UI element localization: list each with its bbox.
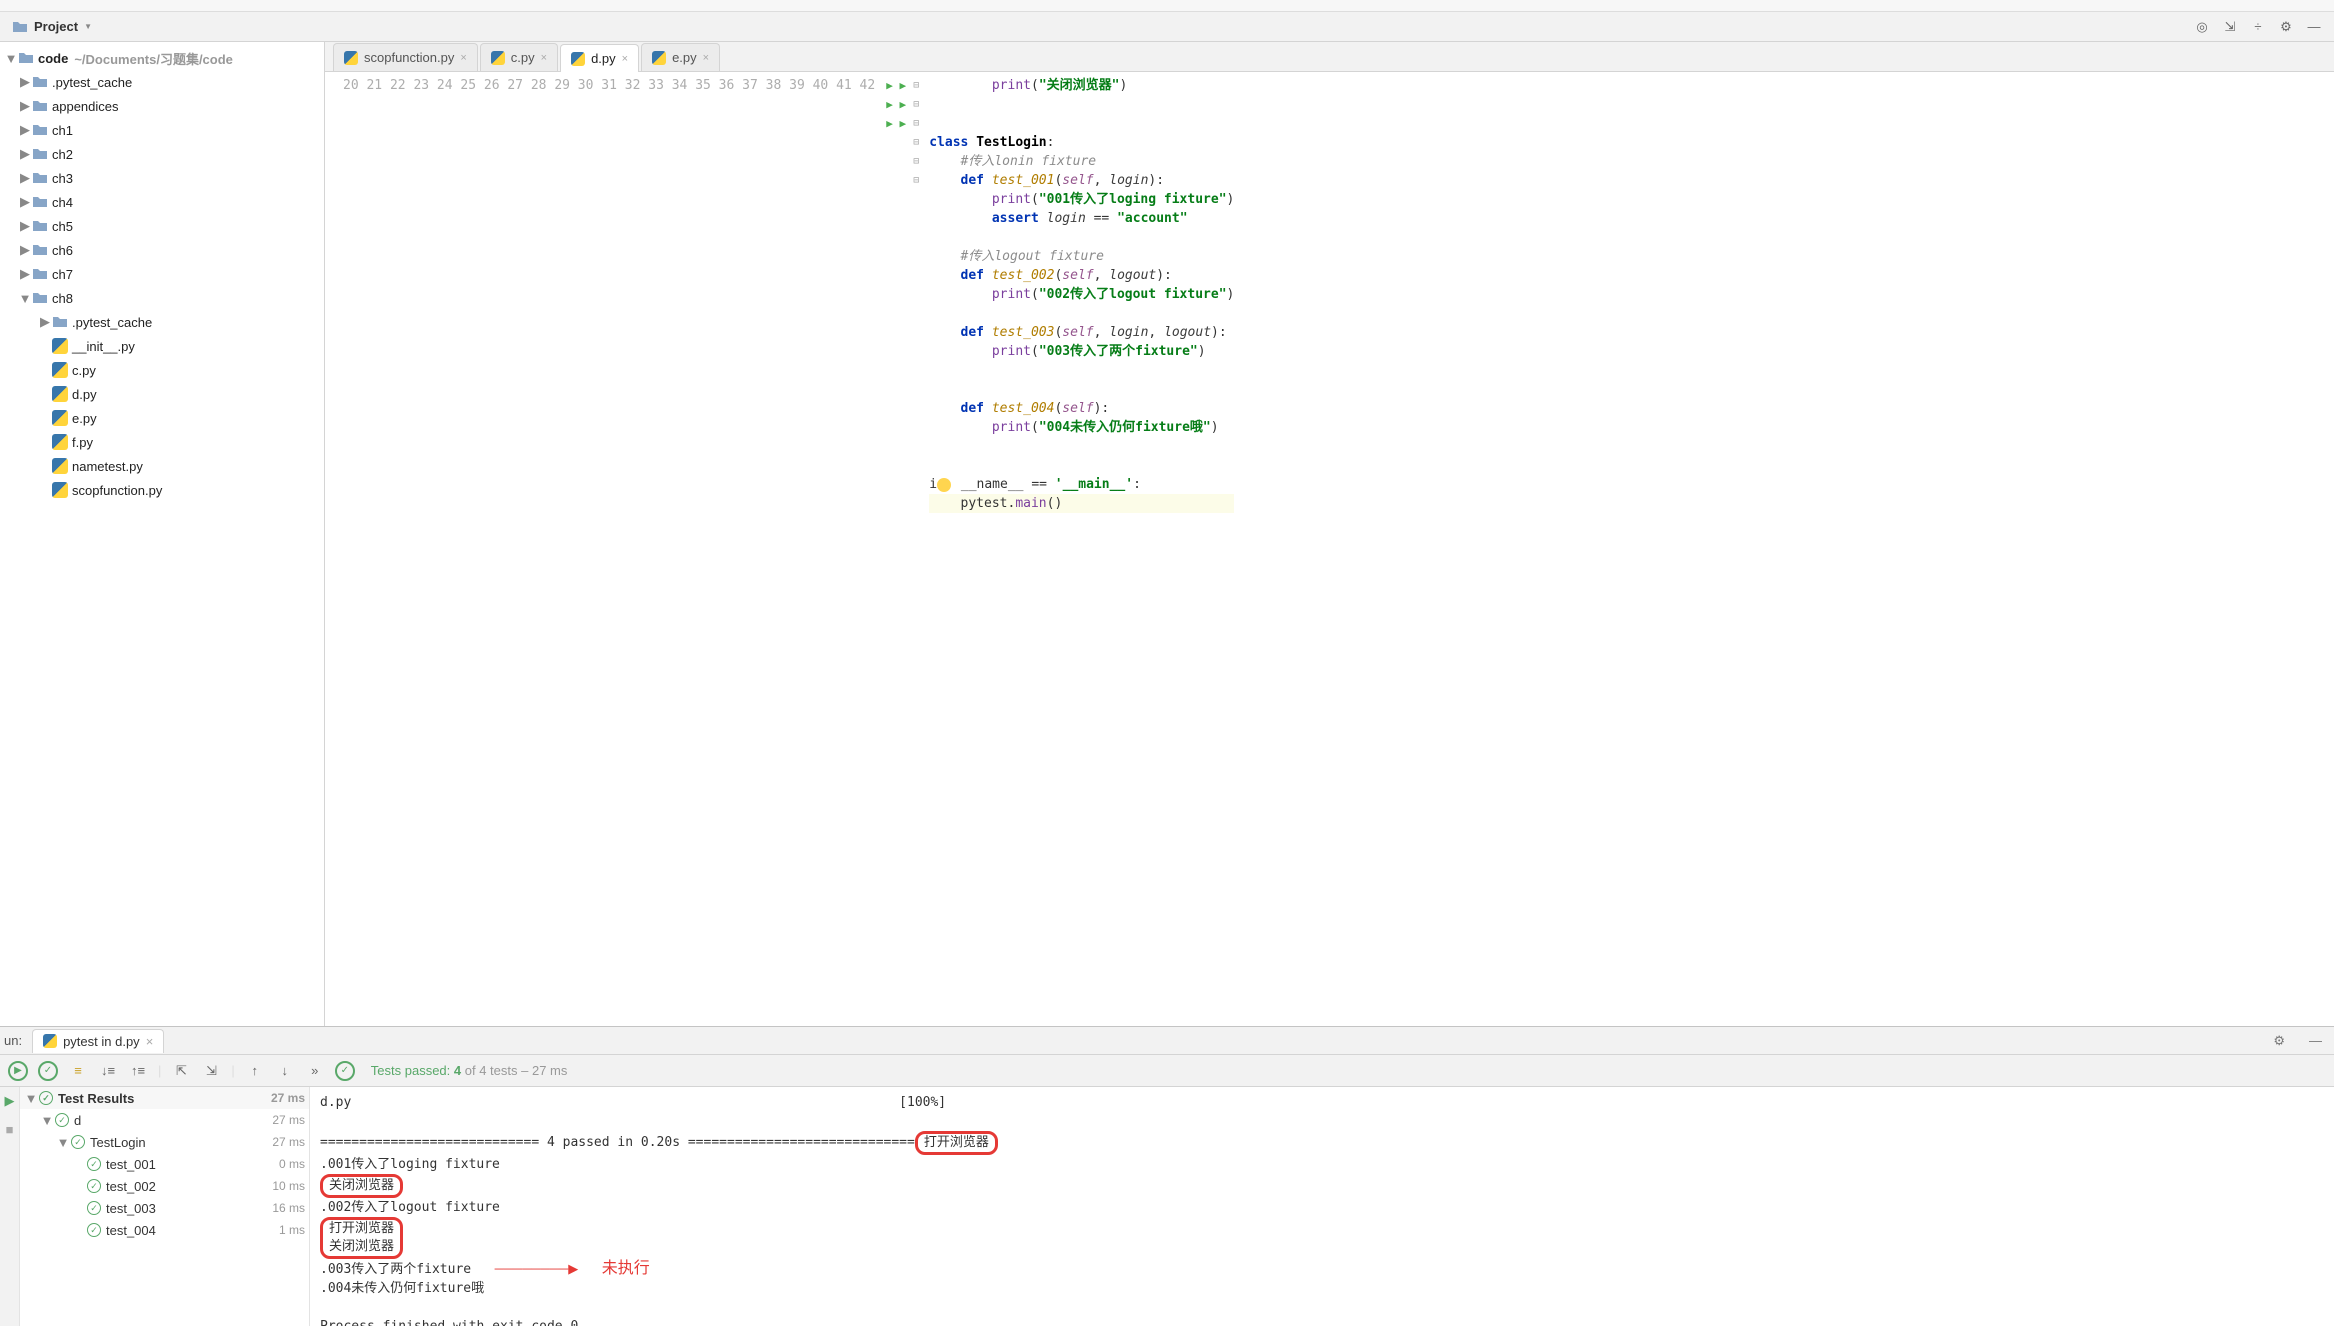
run-label: un: [4, 1033, 22, 1048]
run-gutter[interactable]: ▶ ▶ ▶ ▶ ▶ ▶ [885, 72, 907, 1026]
tree-file[interactable]: __init__.py [0, 334, 324, 358]
code-editor[interactable]: 20 21 22 23 24 25 26 27 28 29 30 31 32 3… [325, 72, 2334, 1026]
close-icon[interactable]: × [622, 53, 628, 65]
tree-root[interactable]: ▼code~/Documents/习题集/code [0, 46, 324, 70]
stop-icon[interactable]: ■ [0, 1119, 20, 1139]
editor-tab[interactable]: e.py × [641, 43, 720, 71]
tab-label: c.py [511, 50, 535, 65]
console-output[interactable]: d.py [100%] ============================… [310, 1087, 2334, 1326]
run-config-tab[interactable]: pytest in d.py × [32, 1029, 164, 1053]
collapse-all-icon[interactable]: ⇲ [201, 1061, 221, 1081]
tree-dir[interactable]: ▶.pytest_cache [0, 310, 324, 334]
project-label: Project [34, 19, 78, 34]
rerun-icon[interactable]: ▶ [0, 1091, 20, 1111]
sort-asc-icon[interactable]: ↓≡ [98, 1061, 118, 1081]
test-results-header[interactable]: ▼✓Test Results27 ms [20, 1087, 309, 1109]
tree-file[interactable]: scopfunction.py [0, 478, 324, 502]
run-side-toolbar: ▶ ■ [0, 1087, 20, 1326]
python-icon [344, 51, 358, 65]
run-tab-label: pytest in d.py [63, 1034, 140, 1049]
test-results-tree[interactable]: ▼✓Test Results27 ms▼✓d27 ms▼✓TestLogin27… [20, 1087, 310, 1326]
rerun-button[interactable]: ▶ [8, 1061, 28, 1081]
project-toolbar: Project ▼ ◎ ⇲ ÷ ⚙ — [0, 12, 2334, 42]
folder-icon [12, 20, 28, 34]
tree-dir-ch8[interactable]: ▼ch8 [0, 286, 324, 310]
gear-icon[interactable]: ⚙ [2278, 19, 2294, 35]
tree-dir[interactable]: ▶ch2 [0, 142, 324, 166]
test-node[interactable]: ✓test_00316 ms [20, 1197, 309, 1219]
sort-desc-icon[interactable]: ↑≡ [128, 1061, 148, 1081]
tab-label: scopfunction.py [364, 50, 454, 65]
project-tree[interactable]: ▼code~/Documents/习题集/code▶.pytest_cache▶… [0, 42, 325, 1026]
fold-gutter[interactable]: ⊟ ⊟ ⊟ ⊟ ⊟ ⊟ [907, 72, 925, 1026]
gear-icon[interactable]: ⚙ [2261, 1033, 2297, 1049]
expand-icon[interactable]: ⇲ [2222, 19, 2238, 35]
tree-dir[interactable]: ▶ch3 [0, 166, 324, 190]
toggle-pass-button[interactable]: ✓ [38, 1061, 58, 1081]
test-node[interactable]: ✓test_0041 ms [20, 1219, 309, 1241]
tree-file[interactable]: c.py [0, 358, 324, 382]
tree-file[interactable]: d.py [0, 382, 324, 406]
python-icon [491, 51, 505, 65]
tree-dir[interactable]: ▶ch4 [0, 190, 324, 214]
close-icon[interactable]: × [460, 52, 466, 64]
test-node[interactable]: ▼✓TestLogin27 ms [20, 1131, 309, 1153]
tree-dir[interactable]: ▶ch6 [0, 238, 324, 262]
code-content[interactable]: print("关闭浏览器") class TestLogin: #传入lonin… [925, 72, 1234, 1026]
expand-all-icon[interactable]: ⇱ [171, 1061, 191, 1081]
project-selector[interactable]: Project ▼ [0, 12, 104, 41]
test-toolbar: ▶ ✓ ≡ ↓≡ ↑≡ | ⇱ ⇲ | ↑ ↓ » ✓ Tests passed… [0, 1055, 2334, 1087]
python-icon [571, 52, 585, 66]
python-icon [652, 51, 666, 65]
test-node[interactable]: ✓test_0010 ms [20, 1153, 309, 1175]
target-icon[interactable]: ◎ [2194, 19, 2210, 35]
breadcrumb-bar [0, 0, 2334, 12]
tree-dir[interactable]: ▶ch7 [0, 262, 324, 286]
more-icon[interactable]: » [305, 1061, 325, 1081]
close-icon[interactable]: × [146, 1034, 154, 1049]
editor-tab[interactable]: c.py × [480, 43, 558, 71]
close-icon[interactable]: × [541, 52, 547, 64]
tree-dir[interactable]: ▶.pytest_cache [0, 70, 324, 94]
tab-label: e.py [672, 50, 697, 65]
close-icon[interactable]: × [703, 52, 709, 64]
minimize-icon[interactable]: — [2297, 1033, 2334, 1048]
next-icon[interactable]: ↓ [275, 1061, 295, 1081]
status-icon: ✓ [335, 1061, 355, 1081]
editor-tab[interactable]: d.py × [560, 44, 639, 72]
filter-icon[interactable]: ≡ [68, 1061, 88, 1081]
test-node[interactable]: ✓test_00210 ms [20, 1175, 309, 1197]
line-number-gutter: 20 21 22 23 24 25 26 27 28 29 30 31 32 3… [325, 72, 885, 1026]
tab-label: d.py [591, 51, 616, 66]
collapse-icon[interactable]: ÷ [2250, 19, 2266, 35]
editor-tab[interactable]: scopfunction.py × [333, 43, 478, 71]
tree-file[interactable]: f.py [0, 430, 324, 454]
test-node[interactable]: ▼✓d27 ms [20, 1109, 309, 1131]
minimize-icon[interactable]: — [2306, 19, 2322, 35]
tree-dir[interactable]: ▶appendices [0, 94, 324, 118]
chevron-down-icon: ▼ [84, 22, 92, 31]
run-panel: un: pytest in d.py × ⚙ — ▶ ✓ ≡ ↓≡ ↑≡ | ⇱… [0, 1026, 2334, 1326]
python-icon [43, 1034, 57, 1048]
tree-file[interactable]: e.py [0, 406, 324, 430]
tests-status: Tests passed: 4 of 4 tests – 27 ms [371, 1063, 568, 1078]
prev-icon[interactable]: ↑ [245, 1061, 265, 1081]
tree-dir[interactable]: ▶ch1 [0, 118, 324, 142]
tree-dir[interactable]: ▶ch5 [0, 214, 324, 238]
editor-tabs: scopfunction.py × c.py × d.py × e.py × [325, 42, 2334, 72]
tree-file[interactable]: nametest.py [0, 454, 324, 478]
